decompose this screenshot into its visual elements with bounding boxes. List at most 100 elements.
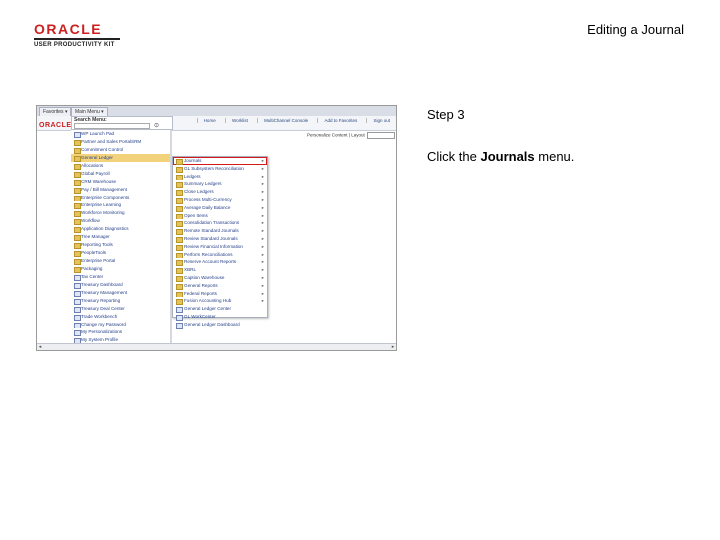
chevron-right-icon: ▸ (261, 212, 264, 218)
menu-item-enterprise-components[interactable]: Enterprise Components (71, 194, 171, 202)
submenu-item-label: Remote Standard Journals (184, 228, 239, 234)
chevron-right-icon: ▸ (261, 189, 264, 195)
header-nav-links: Home Worklist MultiChannel Console Add t… (189, 118, 390, 123)
application-screenshot: Favorites ▾ Main Menu ▾ ORACLE Home Work… (36, 105, 397, 351)
menu-item-label: My Personalizations (81, 329, 123, 335)
menu-item-label: Commitment Control (81, 146, 124, 152)
submenu-item-label: Review Financial Information (184, 243, 243, 249)
submenu-item-review-financial-information[interactable]: Review Financial Information ▸ (173, 243, 267, 251)
menu-item-partner-and-sales-portalsrm[interactable]: Partner and Sales PortalSRM (71, 138, 171, 146)
menu-item-packaging[interactable]: Packaging (71, 265, 171, 273)
search-input[interactable] (74, 123, 150, 129)
submenu-item-label: Journals (184, 158, 202, 163)
chevron-right-icon: ▸ (261, 228, 264, 234)
search-go-icon[interactable]: ⊙ (154, 122, 159, 129)
menu-item-change-my-password[interactable]: Change my Password (71, 321, 171, 329)
menu-item-tax-center[interactable]: Tax Center (71, 273, 171, 281)
instruction-prefix: Click the (427, 149, 481, 164)
chevron-right-icon: ▸ (261, 196, 264, 202)
submenu-item-gl-subsystem-reconciliation[interactable]: GL Subsystem Reconciliation ▸ (173, 165, 267, 173)
menu-item-label: Enterprise Portal (81, 258, 116, 263)
submenu-item-label: Close Ledgers (184, 189, 214, 195)
menu-item-workforce-monitoring[interactable]: Workforce Monitoring (71, 209, 171, 218)
submenu-item-caption-warehouse[interactable]: Caption Warehouse ▸ (173, 274, 267, 282)
submenu-item-general-reports[interactable]: General Reports ▸ (173, 282, 267, 290)
submenu-item-label: GL Subsystem Reconciliation (184, 165, 244, 171)
submenu-item-label: Reserve Account Reports (184, 259, 237, 265)
scroll-right-icon[interactable]: ▸ (390, 344, 396, 350)
chevron-right-icon: ▸ (261, 165, 264, 171)
submenu-item-label: Caption Warehouse (184, 274, 225, 280)
menu-item-label: Pay / Bill Management (81, 186, 127, 192)
menu-item-label: Treasury Management (81, 289, 128, 295)
submenu-item-general-ledger-center[interactable]: General Ledger Center (173, 305, 267, 313)
instruction-suffix: menu. (534, 149, 575, 164)
submenu-item-perform-reconciliations[interactable]: Perform Reconciliations ▸ (173, 251, 267, 259)
menu-item-pay-bill-management[interactable]: Pay / Bill Management (71, 186, 171, 194)
submenu-item-federal-reports[interactable]: Federal Reports ▸ (173, 290, 267, 298)
submenu-item-gl-workcenter[interactable]: GL WorkCenter (173, 313, 267, 321)
nav-home-link[interactable]: Home (196, 118, 216, 123)
submenu-item-average-daily-balance[interactable]: Average Daily Balance ▸ (173, 204, 267, 212)
chevron-right-icon: ▸ (261, 220, 264, 226)
submenu-item-consolidation-transactions[interactable]: Consolidation Transactions ▸ (173, 219, 267, 228)
menu-item-treasury-management[interactable]: Treasury Management (71, 289, 171, 297)
submenu-item-open-items[interactable]: Open Items ▸ (173, 212, 267, 220)
menu-item-treasury-reporting[interactable]: Treasury Reporting (71, 297, 171, 305)
horizontal-scrollbar[interactable]: ◂ ▸ (37, 343, 396, 350)
personalize-select[interactable] (366, 132, 395, 139)
main-menu-list: WP Launch Pad Partner and Sales PortalSRM… (71, 130, 172, 350)
menu-item-trade-workbench[interactable]: Trade Workbench (71, 313, 171, 321)
chevron-right-icon: ▸ (261, 204, 264, 210)
menu-item-treasury-deal-center[interactable]: Treasury Deal Center (71, 305, 171, 313)
menu-item-treasury-dashboard[interactable]: Treasury Dashboard (71, 281, 171, 289)
menu-item-tree-manager[interactable]: Tree Manager (71, 233, 171, 242)
scroll-left-icon[interactable]: ◂ (37, 344, 43, 350)
submenu-item-fusion-accounting-hub[interactable]: Fusion Accounting Hub ▸ (173, 297, 267, 306)
menu-item-crm-warehouse[interactable]: CRM Warehouse (71, 178, 171, 186)
submenu-item-ledgers[interactable]: Ledgers ▸ (173, 173, 267, 181)
menu-item-workflow[interactable]: Workflow (71, 217, 171, 226)
menu-item-global-payroll[interactable]: Global Payroll (71, 170, 171, 178)
menu-item-label: Application Diagnostics (81, 226, 129, 232)
menu-item-enterprise-learning[interactable]: Enterprise Learning (71, 201, 171, 210)
menu-item-application-diagnostics[interactable]: Application Diagnostics (71, 225, 171, 234)
menu-item-label: Packaging (81, 265, 103, 271)
submenu-item-label: XBRL (184, 267, 197, 273)
chevron-right-icon: ▸ (261, 274, 264, 280)
submenu-item-close-ledgers[interactable]: Close Ledgers ▸ (173, 188, 267, 196)
submenu-item-process-multi-currency[interactable]: Process Multi-Currency ▸ (173, 196, 267, 204)
nav-multichannel-link[interactable]: MultiChannel Console (257, 118, 309, 123)
menu-item-label: Enterprise Components (81, 194, 130, 200)
general-ledger-submenu: Journals ▸ GL Subsystem Reconciliation ▸ Led… (172, 156, 268, 329)
menu-search: Search Menu: ⊙ (71, 116, 173, 130)
nav-worklist-link[interactable]: Worklist (224, 118, 248, 123)
submenu-item-general-ledger-dashboard[interactable]: General Ledger Dashboard (173, 321, 267, 329)
menu-item-my-personalizations[interactable]: My Personalizations (71, 328, 171, 337)
menu-item-label: Tax Center (81, 273, 104, 279)
submenu-item-label: Review Standard Journals (184, 235, 238, 241)
menu-item-peopletools[interactable]: PeopleTools (71, 249, 171, 257)
menu-item-label: PeopleTools (81, 250, 107, 256)
menu-item-enterprise-portal[interactable]: Enterprise Portal (71, 257, 171, 265)
submenu-item-label: General Reports (184, 282, 218, 288)
menu-item-label: My System Profile (81, 337, 119, 343)
menu-item-wp-launch-pad[interactable]: WP Launch Pad (71, 130, 171, 138)
submenu-item-summary-ledgers[interactable]: Summary Ledgers ▸ (173, 180, 267, 189)
submenu-item-remote-standard-journals[interactable]: Remote Standard Journals ▸ (173, 227, 267, 235)
menu-item-label: Workflow (81, 218, 100, 224)
submenu-item-review-standard-journals[interactable]: Review Standard Journals ▸ (173, 235, 267, 243)
nav-sign-out-link[interactable]: Sign out (366, 118, 390, 123)
submenu-item-reserve-account-reports[interactable]: Reserve Account Reports ▸ (173, 258, 267, 267)
menu-item-label: Global Payroll (81, 170, 110, 176)
menu-item-allocations[interactable]: Allocations (71, 162, 171, 170)
chevron-right-icon: ▸ (261, 267, 264, 273)
logo-brand: ORACLE (34, 21, 103, 37)
menu-item-commitment-control[interactable]: Commitment Control (71, 146, 171, 154)
nav-add-favorites-link[interactable]: Add to Favorites (317, 118, 358, 123)
submenu-item-journals[interactable]: Journals ▸ (173, 157, 267, 165)
submenu-item-xbrl[interactable]: XBRL ▸ (173, 266, 267, 274)
personalize-label[interactable]: Personalize Content | Layout (307, 133, 365, 138)
menu-item-reporting-tools[interactable]: Reporting Tools (71, 241, 171, 250)
menu-item-general-ledger[interactable]: General Ledger (71, 153, 171, 162)
